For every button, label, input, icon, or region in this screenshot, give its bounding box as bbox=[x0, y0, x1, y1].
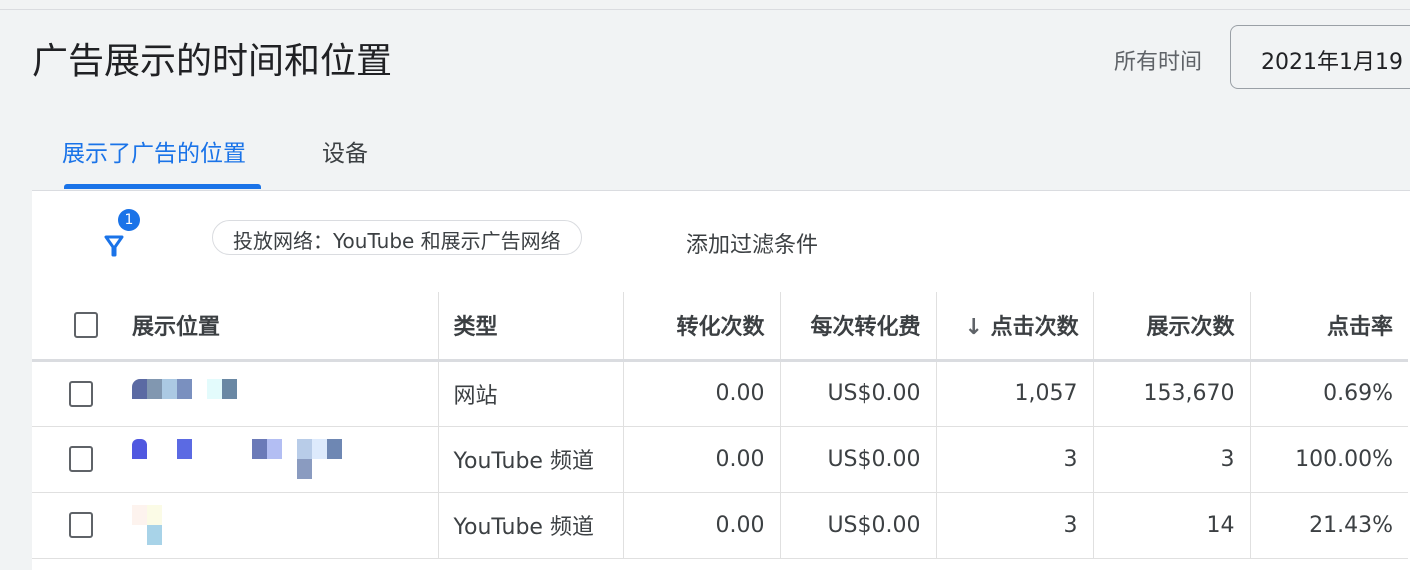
blurred-placement-name[interactable] bbox=[132, 369, 423, 419]
cell-clicks: 3 bbox=[935, 492, 1093, 559]
cell-ctr: 0.69% bbox=[1249, 360, 1408, 427]
col-clicks[interactable]: ↓ 点击次数 bbox=[935, 292, 1093, 362]
cell-impressions: 153,670 bbox=[1092, 360, 1250, 427]
row-checkbox[interactable] bbox=[69, 380, 93, 407]
time-range-label: 所有时间 bbox=[1114, 50, 1203, 75]
col-type[interactable]: 类型 bbox=[437, 292, 623, 362]
table-header-row: 展示位置 类型 转化次数 每次转化费 ↓ 点击次数 展示次数 点击率 bbox=[32, 292, 1408, 362]
cell-conversions: 0.00 bbox=[622, 492, 780, 559]
page-title: 广告展示的时间和位置 bbox=[32, 41, 393, 82]
row-checkbox[interactable] bbox=[69, 512, 93, 538]
col-placement[interactable]: 展示位置 bbox=[117, 292, 438, 362]
cell-type: YouTube 频道 bbox=[437, 492, 623, 559]
cell-type: YouTube 频道 bbox=[437, 426, 623, 493]
placements-panel: 1 投放网络：YouTube 和展示广告网络 添加过滤条件 展示位置 类型 转化… bbox=[32, 190, 1410, 570]
cell-conversions: 0.00 bbox=[622, 426, 780, 493]
filter-count-badge: 1 bbox=[118, 209, 140, 231]
table-row[interactable]: YouTube 频道 0.00 US$0.00 3 14 21.43% bbox=[32, 492, 1408, 559]
cell-cost-per-conversion: US$0.00 bbox=[779, 492, 936, 559]
cell-conversions: 0.00 bbox=[622, 360, 780, 427]
row-checkbox[interactable] bbox=[69, 446, 93, 472]
cell-type: 网站 bbox=[437, 360, 623, 427]
cell-cost-per-conversion: US$0.00 bbox=[779, 360, 936, 427]
col-ctr[interactable]: 点击率 bbox=[1249, 292, 1408, 362]
sort-down-icon: ↓ bbox=[964, 315, 983, 341]
col-impressions[interactable]: 展示次数 bbox=[1092, 292, 1250, 362]
table-row[interactable]: YouTube 频道 0.00 US$0.00 3 3 100.00% bbox=[32, 426, 1408, 493]
tab-placements[interactable]: 展示了广告的位置 bbox=[62, 134, 246, 168]
filter-chip-network[interactable]: 投放网络：YouTube 和展示广告网络 bbox=[212, 220, 582, 255]
cell-ctr: 21.43% bbox=[1249, 492, 1408, 559]
cell-cost-per-conversion: US$0.00 bbox=[779, 426, 936, 493]
cell-ctr: 100.00% bbox=[1249, 426, 1408, 493]
cell-clicks: 3 bbox=[935, 426, 1093, 493]
table-row[interactable]: 网站 0.00 US$0.00 1,057 153,670 0.69% bbox=[32, 360, 1408, 427]
cell-impressions: 3 bbox=[1092, 426, 1250, 493]
blurred-placement-name[interactable] bbox=[132, 500, 423, 550]
select-all-checkbox[interactable] bbox=[73, 312, 98, 339]
cell-impressions: 14 bbox=[1092, 492, 1250, 559]
blurred-placement-name[interactable] bbox=[132, 434, 423, 484]
placements-table: 展示位置 类型 转化次数 每次转化费 ↓ 点击次数 展示次数 点击率 网站 0.… bbox=[32, 292, 1408, 559]
add-filter-button[interactable]: 添加过滤条件 bbox=[686, 227, 818, 259]
active-tab-indicator bbox=[64, 184, 261, 189]
col-cost-per-conversion[interactable]: 每次转化费 bbox=[779, 292, 936, 362]
cell-clicks: 1,057 bbox=[935, 360, 1093, 427]
date-range-picker[interactable]: 2021年1月19 bbox=[1230, 25, 1410, 89]
col-conversions[interactable]: 转化次数 bbox=[622, 292, 780, 362]
tab-devices[interactable]: 设备 bbox=[322, 134, 368, 168]
top-divider bbox=[0, 9, 1410, 10]
